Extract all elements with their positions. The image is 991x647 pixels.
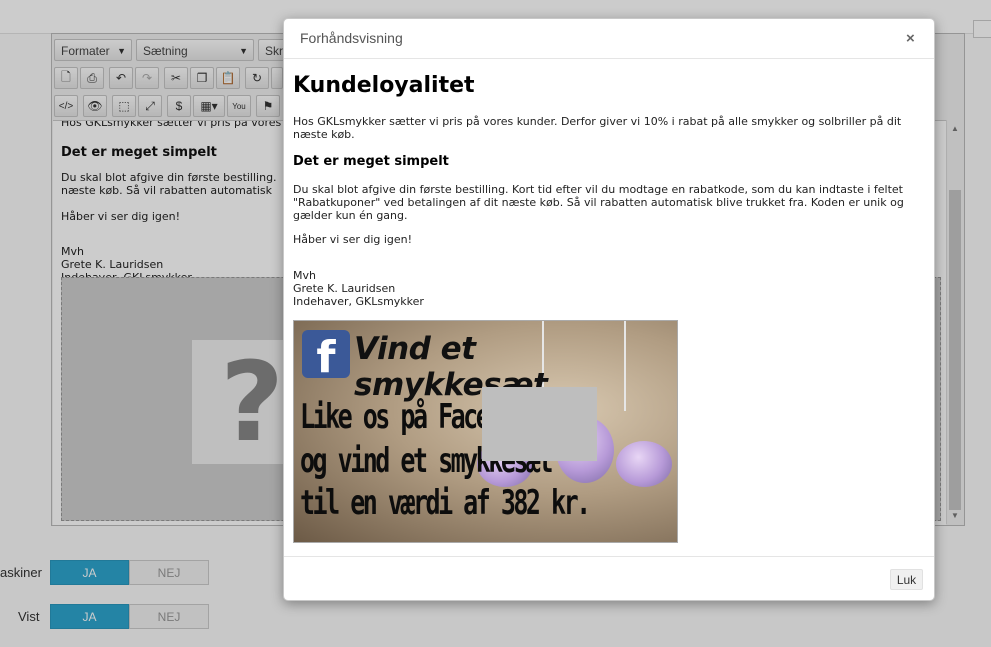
facebook-logo-icon: f xyxy=(302,330,350,383)
earring-gem xyxy=(616,441,672,487)
preview-signature: Mvh xyxy=(293,269,316,282)
preview-paragraph: Hos GKLsmykker sætter vi pris på vores k… xyxy=(293,115,902,141)
close-icon[interactable]: × xyxy=(906,30,915,47)
preview-paragraph: Du skal blot afgive din første bestillin… xyxy=(293,183,904,222)
preview-paragraph: Håber vi ser dig igen! xyxy=(293,233,413,246)
modal-body: Kundeloyalitet Hos GKLsmykker sætter vi … xyxy=(284,59,934,556)
preview-signature: Grete K. Lauridsen xyxy=(293,282,396,295)
banner-line: til en værdi af 382 kr. xyxy=(300,483,591,523)
modal-footer: Luk xyxy=(284,556,934,600)
modal-header: Forhåndsvisning × xyxy=(284,19,934,59)
preview-modal: Forhåndsvisning × Kundeloyalitet Hos GKL… xyxy=(283,18,935,601)
redacted-area xyxy=(482,387,597,461)
preview-heading: Kundeloyalitet xyxy=(293,73,475,98)
preview-subheading: Det er meget simpelt xyxy=(293,154,449,169)
facebook-contest-banner: f Vind et smykkesæt Like os på Facebook … xyxy=(293,320,678,543)
close-button[interactable]: Luk xyxy=(890,569,923,590)
modal-title: Forhåndsvisning xyxy=(300,30,403,46)
preview-signature: Indehaver, GKLsmykker xyxy=(293,295,424,308)
